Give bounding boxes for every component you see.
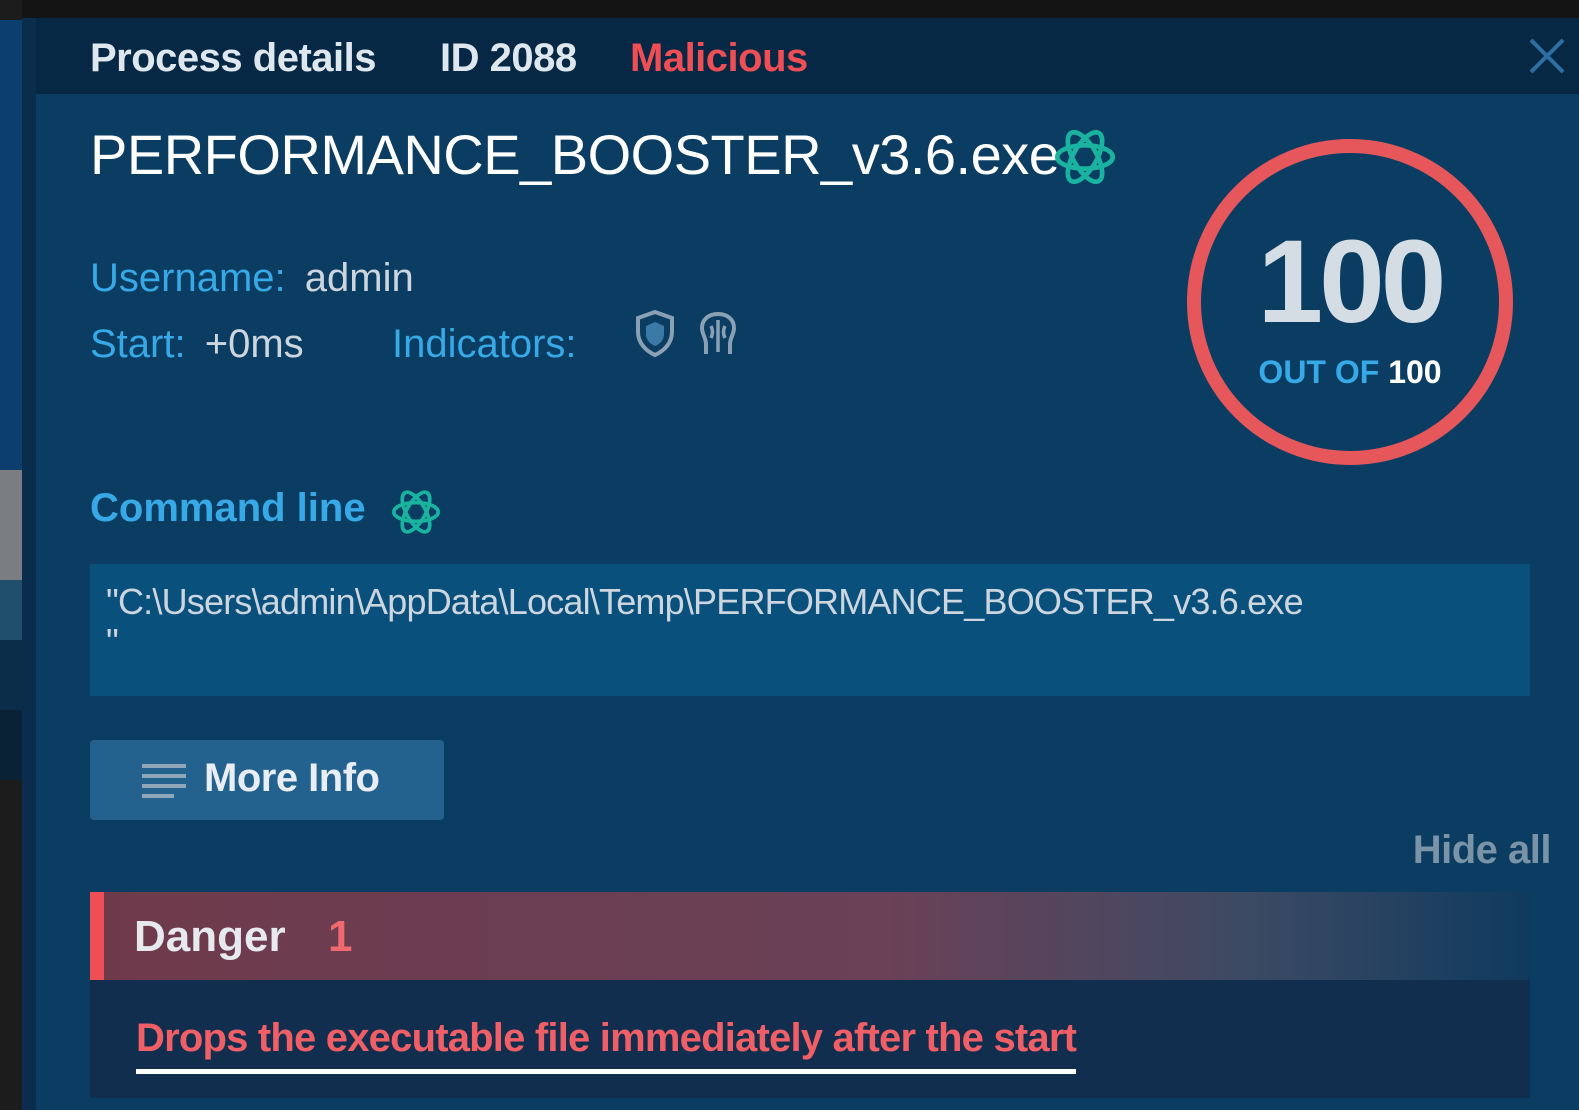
danger-label: Danger [134, 912, 286, 961]
process-name: PERFORMANCE_BOOSTER_v3.6.exe [90, 123, 1060, 186]
background-window-strip [0, 0, 22, 1110]
background-strip-segment [0, 710, 22, 780]
score-max-label: OUT OF 100 [1184, 354, 1516, 391]
process-details-panel: Process details ID 2088 Malicious PERFOR… [22, 18, 1579, 1110]
menu-lines-icon [142, 764, 186, 798]
start-label: Start: [90, 322, 186, 366]
panel-header: Process details ID 2088 Malicious [36, 18, 1579, 94]
threat-score: 100 OUT OF 100 [1184, 136, 1516, 468]
process-id: ID 2088 [440, 36, 577, 80]
score-max: 100 [1388, 354, 1442, 390]
username-row: Username: admin [90, 256, 414, 301]
background-strip-segment [0, 20, 22, 470]
verdict-badge: Malicious [630, 36, 808, 80]
hide-all-button[interactable]: Hide all [1413, 828, 1552, 873]
username-label: Username: [90, 256, 286, 300]
score-value: 100 [1257, 216, 1447, 348]
danger-item[interactable]: Drops the executable file immediately af… [136, 1016, 1077, 1074]
more-info-button[interactable]: More Info [90, 740, 444, 820]
background-strip-segment [0, 470, 22, 580]
command-line-title: Command line [90, 486, 366, 530]
username-value: admin [304, 256, 414, 300]
command-line-text[interactable]: "C:\Users\admin\AppData\Local\Temp\PERFO… [90, 564, 1530, 696]
danger-section-header[interactable]: Danger 1 [90, 892, 1530, 980]
danger-count: 1 [328, 912, 353, 961]
ai-analysis-icon[interactable] [388, 484, 444, 540]
start-value: +0ms [204, 322, 304, 366]
panel-title: Process details [90, 36, 377, 80]
start-row: Start: +0ms Indicators: [90, 322, 577, 367]
danger-list: Drops the executable file immediately af… [90, 980, 1530, 1098]
more-info-label: More Info [204, 756, 380, 800]
ai-analysis-icon[interactable] [1050, 122, 1120, 192]
close-icon[interactable] [1525, 34, 1569, 78]
background-strip-segment [0, 640, 22, 710]
background-strip-segment [0, 580, 22, 640]
indicators-label: Indicators: [392, 322, 577, 366]
shield-icon[interactable] [632, 308, 678, 358]
out-of-label: OUT OF [1258, 354, 1380, 390]
brain-icon[interactable] [696, 308, 740, 358]
